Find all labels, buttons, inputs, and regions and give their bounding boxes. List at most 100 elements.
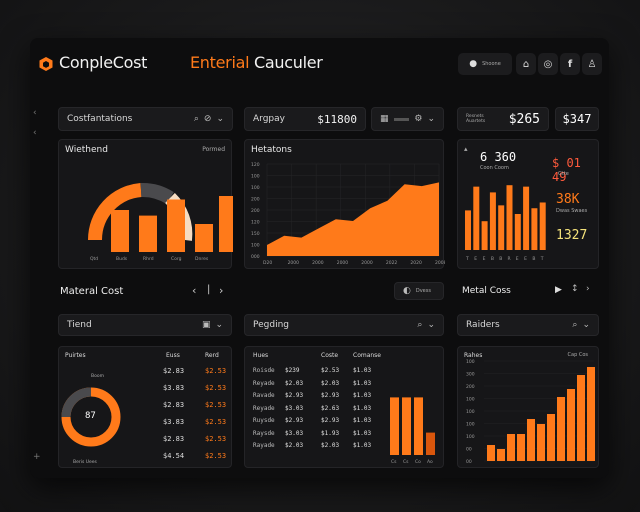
trend-y-label: 120 xyxy=(251,162,260,168)
play-icon[interactable]: ▶ xyxy=(555,285,562,295)
facebook-icon: f xyxy=(567,58,573,70)
parts-row-value: $4.54 xyxy=(163,452,185,460)
trend-x-label: 2000 xyxy=(312,260,324,266)
more-icon[interactable]: › xyxy=(586,284,590,294)
trend-filter[interactable]: Tiend ▣ ⌄ xyxy=(58,314,232,336)
image-icon[interactable]: ▣ xyxy=(202,320,211,330)
stat-one-value: $265 xyxy=(508,111,540,127)
pricing-x-label: Cs xyxy=(403,459,409,465)
pin-icon[interactable]: ⊘ xyxy=(204,114,212,124)
trend-x-label: 2000 xyxy=(288,260,300,266)
pricing-bar xyxy=(402,397,411,455)
breakdown-x-label: Corg xyxy=(171,256,182,262)
pricing-chevron-icon[interactable]: ⌄ xyxy=(427,320,435,330)
rates-bar xyxy=(527,419,535,461)
rates-y-label: 00 xyxy=(466,459,472,465)
rates-y-label: 100 xyxy=(466,359,475,365)
cost-filter-label: Costfantations xyxy=(67,114,133,124)
settings-icon[interactable]: ⚙ xyxy=(414,114,422,124)
rates-bar xyxy=(487,445,495,461)
trend-y-label: 100 xyxy=(251,174,260,180)
collapse-icon[interactable]: ‹ xyxy=(33,108,37,118)
search-icon[interactable]: ⌕ xyxy=(194,114,199,124)
pricing-x-label: Ao xyxy=(427,459,433,465)
trend-x-label: 2008 xyxy=(435,260,445,266)
rates-bar xyxy=(507,434,515,461)
parts-row-delta: $2.53 xyxy=(205,452,227,460)
builders-filter[interactable]: Raiders ⌕ ⌄ xyxy=(457,314,599,336)
next-icon[interactable]: › xyxy=(219,284,223,297)
lock-button[interactable]: ⌂ xyxy=(516,53,536,75)
panel-kpis: 6 360 Coon Coom ▴ $ 01 49 Gtte 38K Dwas … xyxy=(457,139,599,269)
chevron-down-icon[interactable]: ⌄ xyxy=(216,114,224,124)
kpi-bar xyxy=(523,186,530,250)
app-title-accent: Enterial xyxy=(190,53,250,72)
rates-bar xyxy=(497,449,505,461)
share-label: Shoone xyxy=(482,61,501,67)
trend-chevron-icon[interactable]: ⌄ xyxy=(215,320,223,330)
metric-bar: Argpay $11800 xyxy=(244,107,366,131)
trend-area xyxy=(267,182,439,256)
pricing-search-icon[interactable]: ⌕ xyxy=(417,320,422,330)
trend-filter-label: Tiend xyxy=(67,320,92,330)
kpi-bar xyxy=(506,185,513,250)
share-button[interactable]: ● Shoone xyxy=(458,53,512,75)
kpi-bar xyxy=(514,214,521,250)
trend-x-label: 2000 xyxy=(337,260,349,266)
pricing-bar-chart: Cs Cs Co Ao xyxy=(390,397,435,465)
kpi-x-label: R xyxy=(508,256,511,262)
trend-y-label: 000 xyxy=(251,254,260,260)
metal-cost-heading: Metal Coss xyxy=(462,286,511,296)
kpi-x-label: B xyxy=(499,256,502,262)
breakdown-x-label: Buds xyxy=(116,256,128,262)
builders-search-icon[interactable]: ⌕ xyxy=(572,320,577,330)
logo-icon xyxy=(39,57,53,71)
brand-name: ConpleCost xyxy=(59,53,148,72)
kpi-x-label: T xyxy=(540,256,544,262)
parts-row-value: $2.83 xyxy=(163,435,185,443)
panel-breakdown: Wiethend Pormed Qtd Buds Rhrd Corg Dnres xyxy=(58,139,233,269)
rates-y-label: 200 xyxy=(466,384,475,390)
builders-chevron-icon[interactable]: ⌄ xyxy=(582,320,590,330)
breakdown-bar xyxy=(139,215,157,252)
export-button[interactable]: ◐ Dvess xyxy=(394,282,444,300)
parts-row-value: $3.83 xyxy=(163,384,185,392)
breakdown-bar xyxy=(195,224,213,252)
rates-y-label: 300 xyxy=(466,372,475,378)
prev-icon[interactable]: ‹ xyxy=(192,284,196,297)
facebook-button[interactable]: f xyxy=(560,53,580,75)
lock-icon: ⌂ xyxy=(522,58,530,70)
kpi-x-label: E xyxy=(516,256,519,262)
back-icon[interactable]: ‹ xyxy=(33,128,37,138)
kpi-bar xyxy=(498,205,505,250)
export-icon: ◐ xyxy=(403,286,411,296)
sort-icon[interactable]: ↕ xyxy=(571,284,579,294)
kpi-x-label: B xyxy=(491,256,494,262)
globe-button[interactable]: ◎ xyxy=(538,53,558,75)
kpi-bar xyxy=(539,202,546,250)
sidebar: ‹ ‹ + xyxy=(30,100,44,470)
kpi-bar xyxy=(531,208,538,250)
pricing-bar xyxy=(426,432,435,455)
rates-bar xyxy=(587,367,595,461)
rates-bar-chart: 100 300 200 100 100 100 100 00 00 xyxy=(466,359,595,465)
pricing-filter-label: Pegding xyxy=(253,320,289,330)
panel-rates: Rahes Cap Cos 100 300 200 100 100 100 100 00 00 xyxy=(457,346,599,468)
user-button[interactable]: ♙ xyxy=(582,53,602,75)
rates-bar xyxy=(557,397,565,461)
parts-row-delta: $2.53 xyxy=(205,418,227,426)
panel-trend: Hetatons 120 100 100 200 200 120 150 100 000 D20… xyxy=(244,139,445,269)
calendar-icon[interactable]: ▦ xyxy=(380,114,389,124)
kpi-x-label: E xyxy=(474,256,477,262)
pipe-icon[interactable]: | xyxy=(207,284,210,295)
donut-value: 87 xyxy=(85,411,96,421)
parts-donut xyxy=(61,387,121,447)
app-window: ConpleCost Enterial Cauculer ● Shoone ⌂ … xyxy=(30,38,609,478)
cost-filter-bar[interactable]: Costfantations ⌕ ⊘ ⌄ xyxy=(58,107,233,131)
parts-row-delta: $2.53 xyxy=(205,367,227,375)
title-bar: ConpleCost Enterial Cauculer ● Shoone ⌂ … xyxy=(30,38,609,90)
pricing-filter[interactable]: Pegding ⌕ ⌄ xyxy=(244,314,444,336)
dropdown-icon[interactable]: ⌄ xyxy=(427,114,435,124)
chat-icon: ● xyxy=(469,59,478,69)
add-icon[interactable]: + xyxy=(33,452,41,462)
